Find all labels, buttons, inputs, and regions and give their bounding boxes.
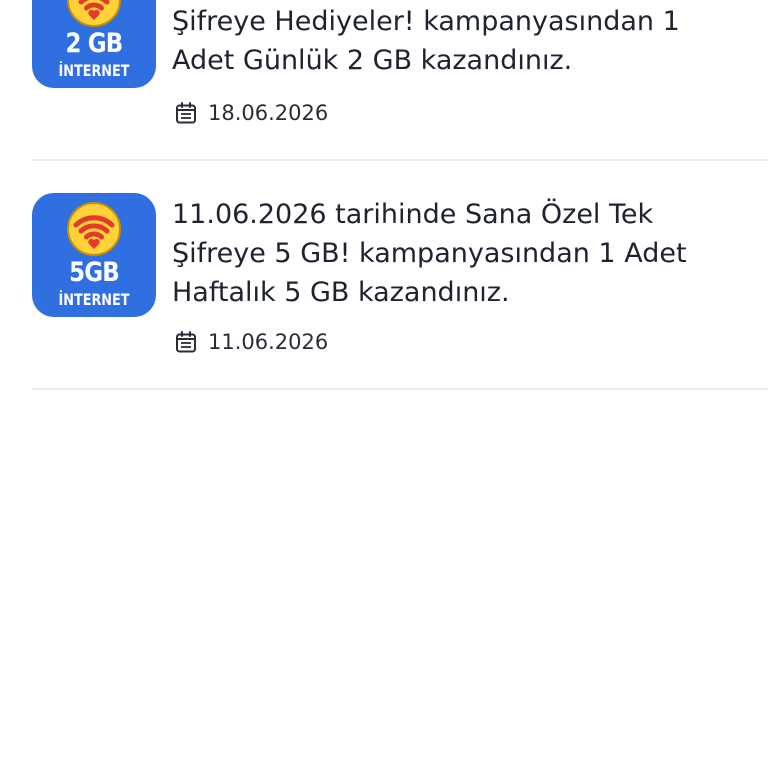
calendar-icon xyxy=(176,331,196,353)
wifi-heart-icon xyxy=(67,0,121,27)
wifi-heart-icon xyxy=(67,202,121,256)
divider xyxy=(32,388,768,390)
date-row: 11.06.2026 xyxy=(174,328,328,356)
list-item[interactable]: 5GB İNTERNET 11.06.2026 tarihinde Sana Ö… xyxy=(32,193,768,363)
campaign-badge: 5GB İNTERNET xyxy=(32,193,156,317)
list-item[interactable]: 2 GB İNTERNET Şifreye Hediyeler! kampany… xyxy=(32,0,768,144)
campaign-date: 11.06.2026 xyxy=(208,330,329,354)
campaign-description: Şifreye Hediyeler! kampanyasından 1 Adet… xyxy=(172,6,680,76)
campaign-description: 11.06.2026 tarihinde Sana Özel Tek Şifre… xyxy=(172,199,687,308)
date-row: 18.06.2026 xyxy=(174,99,328,127)
calendar-icon xyxy=(176,102,196,124)
divider xyxy=(32,159,768,161)
badge-data-amount: 5GB xyxy=(69,257,120,288)
badge-internet-label: İNTERNET xyxy=(58,61,130,80)
badge-data-amount: 2 GB xyxy=(65,28,124,59)
badge-internet-label: İNTERNET xyxy=(58,290,130,309)
campaign-badge: 2 GB İNTERNET xyxy=(32,0,156,88)
campaign-date: 18.06.2026 xyxy=(208,101,329,125)
